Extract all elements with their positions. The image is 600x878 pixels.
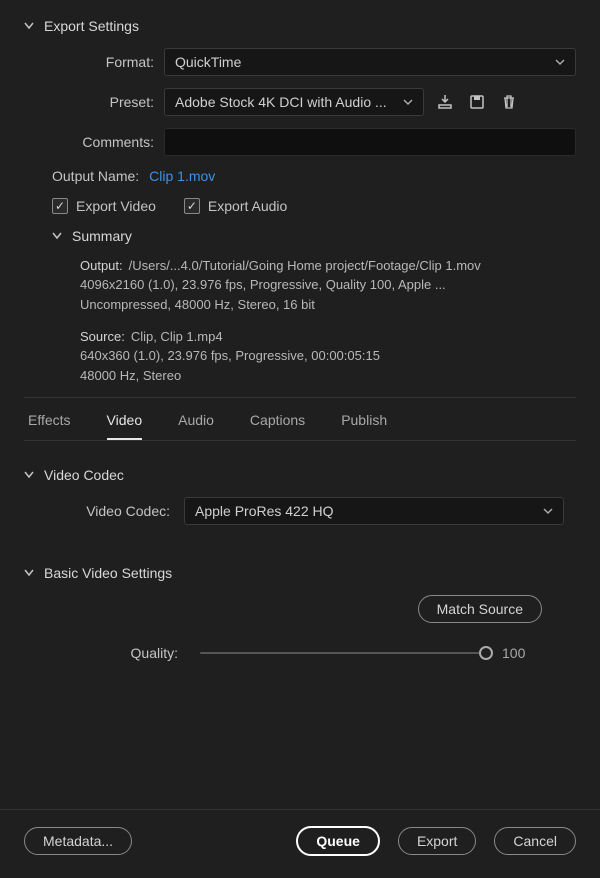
comments-input[interactable]	[164, 128, 576, 156]
format-row: Format: QuickTime	[24, 48, 576, 76]
quality-label: Quality:	[24, 645, 184, 661]
summary-source-line2: 640x360 (1.0), 23.976 fps, Progressive, …	[80, 346, 576, 366]
delete-preset-icon[interactable]	[498, 91, 520, 113]
twisty-icon[interactable]	[24, 21, 34, 31]
metadata-button[interactable]: Metadata...	[24, 827, 132, 855]
video-codec-row: Video Codec: Apple ProRes 422 HQ	[24, 497, 576, 525]
comments-row: Comments:	[24, 128, 576, 156]
chevron-down-icon	[555, 57, 565, 67]
export-audio-checkbox[interactable]: Export Audio	[184, 198, 287, 214]
output-name-link[interactable]: Clip 1.mov	[149, 168, 215, 184]
export-video-checkbox[interactable]: Export Video	[52, 198, 156, 214]
summary-output-line2: 4096x2160 (1.0), 23.976 fps, Progressive…	[80, 275, 576, 295]
checkbox-icon	[184, 198, 200, 214]
twisty-icon[interactable]	[24, 470, 34, 480]
video-codec-value: Apple ProRes 422 HQ	[195, 503, 334, 519]
summary-output-label: Output:	[80, 258, 123, 273]
chevron-down-icon	[403, 97, 413, 107]
basic-video-section-title: Basic Video Settings	[44, 565, 172, 581]
summary-source-line3: 48000 Hz, Stereo	[80, 366, 576, 386]
output-name-label: Output Name:	[52, 168, 139, 184]
summary-output: Output: /Users/...4.0/Tutorial/Going Home…	[24, 258, 576, 315]
preset-dropdown[interactable]: Adobe Stock 4K DCI with Audio ...	[164, 88, 424, 116]
checkbox-icon	[52, 198, 68, 214]
output-name-row: Output Name: Clip 1.mov	[24, 168, 576, 184]
tab-effects[interactable]: Effects	[28, 412, 71, 440]
preset-label: Preset:	[24, 94, 164, 110]
footer: Metadata... Queue Export Cancel	[0, 809, 600, 878]
comments-label: Comments:	[24, 134, 164, 150]
preset-value: Adobe Stock 4K DCI with Audio ...	[175, 94, 387, 110]
cancel-button[interactable]: Cancel	[494, 827, 576, 855]
video-codec-section-title: Video Codec	[44, 467, 124, 483]
match-source-button[interactable]: Match Source	[418, 595, 542, 623]
basic-video-header: Basic Video Settings	[24, 565, 576, 581]
video-codec-header: Video Codec	[24, 467, 576, 483]
tab-audio[interactable]: Audio	[178, 412, 214, 440]
video-codec-label: Video Codec:	[24, 503, 184, 519]
summary-source-label: Source:	[80, 329, 125, 344]
summary-source-line1: Clip, Clip 1.mp4	[131, 329, 223, 344]
format-dropdown[interactable]: QuickTime	[164, 48, 576, 76]
video-codec-dropdown[interactable]: Apple ProRes 422 HQ	[184, 497, 564, 525]
export-button[interactable]: Export	[398, 827, 476, 855]
summary-output-line1: /Users/...4.0/Tutorial/Going Home projec…	[129, 258, 481, 273]
quality-slider[interactable]	[200, 652, 486, 654]
summary-source: Source: Clip, Clip 1.mp4 640x360 (1.0), 2…	[24, 329, 576, 386]
import-preset-icon[interactable]	[434, 91, 456, 113]
slider-thumb-icon[interactable]	[479, 646, 493, 660]
tab-video[interactable]: Video	[107, 412, 143, 440]
summary-header: Summary	[24, 228, 576, 244]
twisty-icon[interactable]	[52, 231, 62, 241]
quality-row: Quality: 100	[24, 645, 576, 661]
section-title: Export Settings	[44, 18, 139, 34]
export-video-label: Export Video	[76, 198, 156, 214]
quality-value: 100	[502, 645, 536, 661]
save-preset-icon[interactable]	[466, 91, 488, 113]
summary-output-line3: Uncompressed, 48000 Hz, Stereo, 16 bit	[80, 295, 576, 315]
format-label: Format:	[24, 54, 164, 70]
chevron-down-icon	[543, 506, 553, 516]
export-settings-header: Export Settings	[24, 18, 576, 34]
format-value: QuickTime	[175, 54, 241, 70]
export-audio-label: Export Audio	[208, 198, 287, 214]
queue-button[interactable]: Queue	[296, 826, 380, 856]
summary-title: Summary	[72, 228, 132, 244]
tabs: Effects Video Audio Captions Publish	[24, 398, 576, 441]
twisty-icon[interactable]	[24, 568, 34, 578]
tab-publish[interactable]: Publish	[341, 412, 387, 440]
preset-row: Preset: Adobe Stock 4K DCI with Audio ..…	[24, 88, 576, 116]
tab-captions[interactable]: Captions	[250, 412, 305, 440]
